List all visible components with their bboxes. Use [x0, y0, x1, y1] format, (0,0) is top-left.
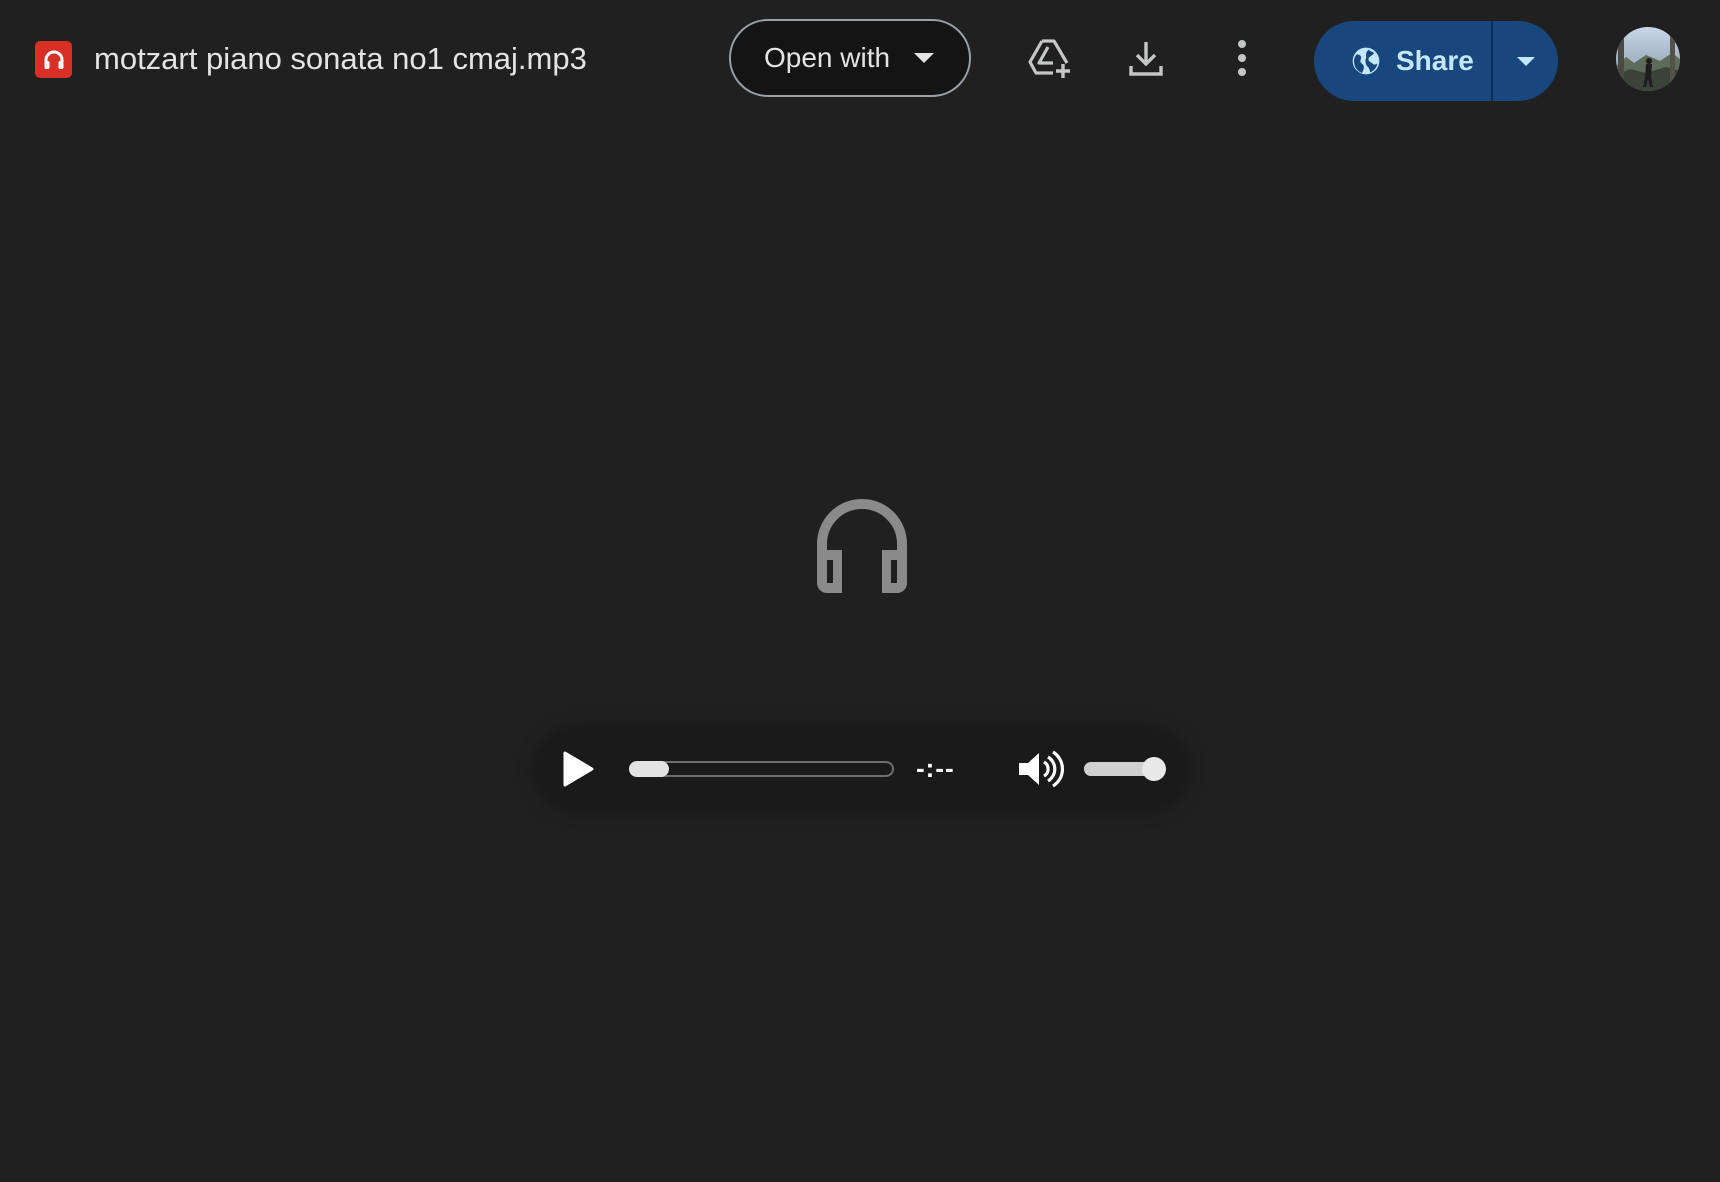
more-vert-icon	[1238, 40, 1246, 76]
share-button[interactable]: Share	[1314, 21, 1491, 101]
globe-icon	[1352, 47, 1380, 75]
share-label: Share	[1396, 45, 1474, 76]
download-button[interactable]	[1120, 32, 1172, 84]
add-shortcut-to-drive-button[interactable]	[1024, 32, 1076, 84]
more-options-button[interactable]	[1216, 32, 1268, 84]
caret-down-icon	[1516, 56, 1535, 66]
file-type-audio-icon	[35, 41, 72, 78]
audio-player: -:--	[536, 729, 1186, 809]
mute-button[interactable]	[1017, 749, 1065, 789]
file-title: motzart piano sonata no1 cmaj.mp3	[94, 41, 587, 76]
volume-slider[interactable]	[1084, 757, 1166, 781]
play-icon	[563, 751, 594, 787]
headphones-icon	[44, 50, 63, 69]
headphones-icon	[812, 494, 912, 594]
share-dropdown-button[interactable]	[1493, 21, 1558, 101]
download-icon	[1129, 42, 1163, 76]
volume-thumb[interactable]	[1142, 757, 1166, 781]
chevron-down-icon	[914, 53, 935, 63]
seek-bar[interactable]	[629, 761, 894, 777]
open-with-label: Open with	[764, 42, 891, 73]
share-button-group: Share	[1314, 21, 1558, 101]
play-button[interactable]	[558, 749, 598, 789]
top-bar: motzart piano sonata no1 cmaj.mp3 Open w…	[0, 0, 1720, 120]
time-display: -:--	[916, 753, 955, 783]
open-with-button[interactable]: Open with	[729, 19, 971, 97]
user-avatar-icon	[1616, 27, 1680, 91]
seek-progress	[629, 761, 669, 777]
add-to-drive-icon	[1028, 39, 1070, 78]
avatar[interactable]	[1616, 27, 1680, 91]
volume-up-icon	[1019, 750, 1064, 788]
